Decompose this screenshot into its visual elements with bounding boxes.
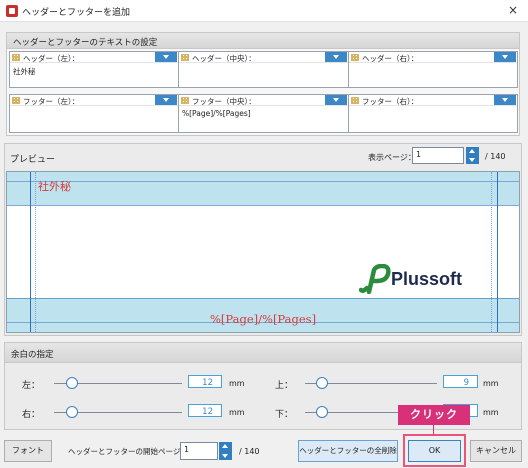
margin-left-input[interactable]: 12 (188, 375, 222, 388)
grid-icon (12, 54, 20, 61)
grid-icon (351, 97, 359, 104)
preview-header-text: 社外秘 (38, 180, 71, 193)
margin-top-unit: mm (483, 379, 499, 388)
footer-center-label: フッター（中央）： (192, 97, 256, 106)
chevron-down-icon[interactable] (155, 95, 177, 105)
footer-center-value[interactable]: %[Page]/%[Pages] (182, 109, 251, 118)
margin-bottom-unit: mm (483, 408, 499, 417)
delete-all-button[interactable]: ヘッダーとフッターの全削除 (298, 440, 398, 462)
margin-title: 余白の指定 (5, 343, 521, 363)
margin-right-input[interactable]: 12 (188, 404, 222, 417)
footer-right-label: フッター（右）： (362, 97, 419, 106)
callout-line (433, 425, 434, 435)
grid-icon (181, 54, 189, 61)
chevron-down-icon[interactable] (325, 52, 347, 62)
chevron-down-icon[interactable] (155, 52, 177, 62)
grid-icon (12, 97, 20, 104)
window-title: ヘッダーとフッターを追加 (22, 8, 131, 18)
page-total: / 140 (485, 152, 506, 161)
text-settings-title: ヘッダーとフッターのテキストの設定 (7, 33, 519, 49)
start-page-arrows[interactable] (219, 442, 232, 460)
close-icon[interactable]: × (508, 3, 518, 17)
plussoft-logo-icon (359, 264, 391, 294)
margin-top-input[interactable]: 9 (443, 375, 478, 388)
preview-title: プレビュー (10, 155, 56, 165)
preview-footer-text: %[Page]/%[Pages] (210, 312, 317, 326)
footer-center-field[interactable]: フッター（中央）： %[Page]/%[Pages] (178, 94, 349, 133)
page-spinner-input[interactable]: 1 (412, 147, 464, 164)
cancel-button[interactable]: キャンセル (470, 440, 522, 462)
margin-left-unit: mm (229, 379, 245, 388)
preview-pane: 社外秘 Plussoft %[Page]/%[Pages] (6, 171, 520, 333)
title-bar: ヘッダーとフッターを追加 × (0, 0, 528, 22)
header-center-label: ヘッダー（中央）： (192, 54, 256, 63)
start-page-total: / 140 (239, 447, 260, 456)
chevron-down-icon[interactable] (494, 52, 516, 62)
margin-bottom-label: 下： (275, 410, 294, 420)
header-center-field[interactable]: ヘッダー（中央）： (178, 51, 349, 88)
margin-top-knob[interactable] (316, 377, 328, 389)
start-page-input[interactable]: 1 (180, 442, 218, 460)
margin-bottom-knob[interactable] (316, 406, 328, 418)
footer-left-label: フッター（左）： (23, 97, 80, 106)
header-left-field[interactable]: ヘッダー（左）： 社外秘 (9, 51, 179, 88)
app-icon (6, 5, 18, 17)
start-page-label: ヘッダーとフッターの開始ページ： (68, 447, 188, 456)
ok-button[interactable]: OK (408, 440, 461, 462)
header-band (7, 172, 519, 205)
page-label: 表示ページ： (368, 153, 416, 162)
click-callout: クリック (398, 405, 470, 425)
header-left-value[interactable]: 社外秘 (13, 66, 36, 77)
margin-left-knob[interactable] (66, 377, 78, 389)
footer-left-field[interactable]: フッター（左）： (9, 94, 179, 133)
header-right-field[interactable]: ヘッダー（右）： (348, 51, 518, 88)
font-button[interactable]: フォント (4, 440, 52, 462)
header-left-label: ヘッダー（左）： (23, 54, 80, 63)
plussoft-logo-text: Plussoft (391, 269, 463, 289)
margin-right-unit: mm (229, 408, 245, 417)
footer-right-field[interactable]: フッター（右）： (348, 94, 518, 133)
margin-left-label: 左： (22, 381, 41, 391)
grid-icon (181, 97, 189, 104)
margin-top-label: 上： (275, 381, 294, 391)
plussoft-logo: Plussoft (359, 264, 484, 294)
header-right-label: ヘッダー（右）： (362, 54, 419, 63)
text-settings-group: ヘッダーとフッターのテキストの設定 ヘッダー（左）： 社外秘 ヘッダー（中央）：… (6, 32, 520, 136)
chevron-down-icon[interactable] (494, 95, 516, 105)
chevron-down-icon[interactable] (325, 95, 347, 105)
margin-right-label: 右： (22, 410, 41, 420)
margin-right-knob[interactable] (66, 406, 78, 418)
grid-icon (351, 54, 359, 61)
page-spinner-arrows[interactable] (466, 147, 479, 164)
